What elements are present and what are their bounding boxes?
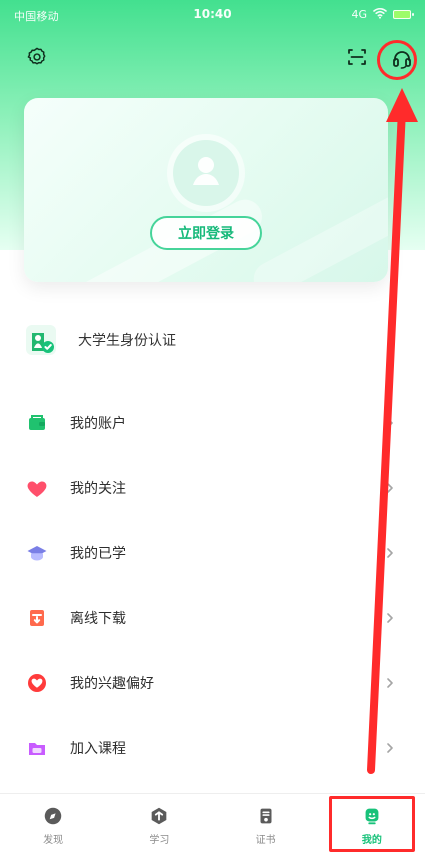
menu-item-interest-preferences[interactable]: 我的兴趣偏好 — [24, 650, 402, 715]
settings-button[interactable] — [20, 42, 54, 76]
avatar[interactable] — [173, 140, 239, 206]
headset-icon — [390, 47, 414, 75]
nav-label: 发现 — [43, 835, 64, 846]
menu-item-join-course[interactable]: 加入课程 — [24, 715, 402, 780]
wifi-icon — [373, 7, 387, 22]
customer-service-button[interactable] — [385, 44, 419, 78]
menu-item-follows[interactable]: 我的关注 — [24, 455, 402, 520]
chevron-right-icon — [387, 417, 393, 428]
chevron-right-icon — [387, 547, 393, 558]
graduation-cap-icon — [24, 540, 50, 566]
menu-label: 我的兴趣偏好 — [70, 675, 154, 692]
menu-item-account[interactable]: 我的账户 — [24, 390, 402, 455]
student-id-icon — [24, 323, 58, 357]
nav-item-certificates[interactable]: 证书 — [221, 798, 311, 854]
heart-icon — [24, 475, 50, 501]
chevron-right-icon — [387, 742, 393, 753]
student-verification-row[interactable]: 大学生身份认证 — [24, 318, 402, 362]
user-avatar-icon — [184, 149, 228, 197]
status-carrier: 中国移动 — [14, 10, 59, 23]
battery-icon — [393, 10, 414, 19]
menu-label: 我的关注 — [70, 480, 126, 497]
profile-menu: 我的账户 我的关注 我的已学 离线下载 我的兴趣偏好 加入课程 — [24, 390, 402, 780]
compass-icon — [42, 805, 64, 827]
menu-label: 加入课程 — [70, 740, 126, 757]
nav-item-profile[interactable]: 我的 — [327, 798, 417, 854]
app-screen: 中国移动 10:40 4G 立即登录 大学生身份认证 我的账户 我的关注 我的已… — [0, 0, 425, 857]
nav-label: 我的 — [361, 835, 382, 846]
folder-icon — [24, 735, 50, 761]
menu-label: 我的账户 — [70, 415, 126, 432]
chevron-right-icon — [387, 612, 393, 623]
learn-icon — [148, 805, 170, 827]
login-button[interactable]: 立即登录 — [150, 216, 262, 250]
status-right: 4G — [351, 7, 414, 22]
nav-item-discover[interactable]: 发现 — [8, 798, 98, 854]
scan-icon — [345, 45, 369, 73]
wallet-icon — [24, 410, 50, 436]
interest-icon — [24, 670, 50, 696]
bottom-navigation: 发现 学习 证书 我的 — [0, 793, 425, 857]
menu-item-offline-download[interactable]: 离线下载 — [24, 585, 402, 650]
login-card: 立即登录 — [24, 98, 388, 282]
student-verification-label: 大学生身份认证 — [78, 333, 176, 349]
settings-icon — [26, 46, 48, 72]
menu-item-learned[interactable]: 我的已学 — [24, 520, 402, 585]
network-type: 4G — [351, 8, 367, 21]
menu-label: 我的已学 — [70, 545, 126, 562]
scan-button[interactable] — [340, 42, 374, 76]
nav-item-learning[interactable]: 学习 — [114, 798, 204, 854]
status-time: 10:40 — [193, 7, 232, 21]
status-bar: 中国移动 10:40 4G — [0, 0, 425, 28]
profile-icon — [361, 805, 383, 827]
nav-label: 学习 — [149, 835, 170, 846]
menu-label: 离线下载 — [70, 610, 126, 627]
chevron-right-icon — [387, 482, 393, 493]
certificate-icon — [255, 805, 277, 827]
chevron-right-icon — [387, 677, 393, 688]
nav-label: 证书 — [255, 835, 276, 846]
download-box-icon — [24, 605, 50, 631]
card-decor-stripe — [247, 178, 388, 282]
